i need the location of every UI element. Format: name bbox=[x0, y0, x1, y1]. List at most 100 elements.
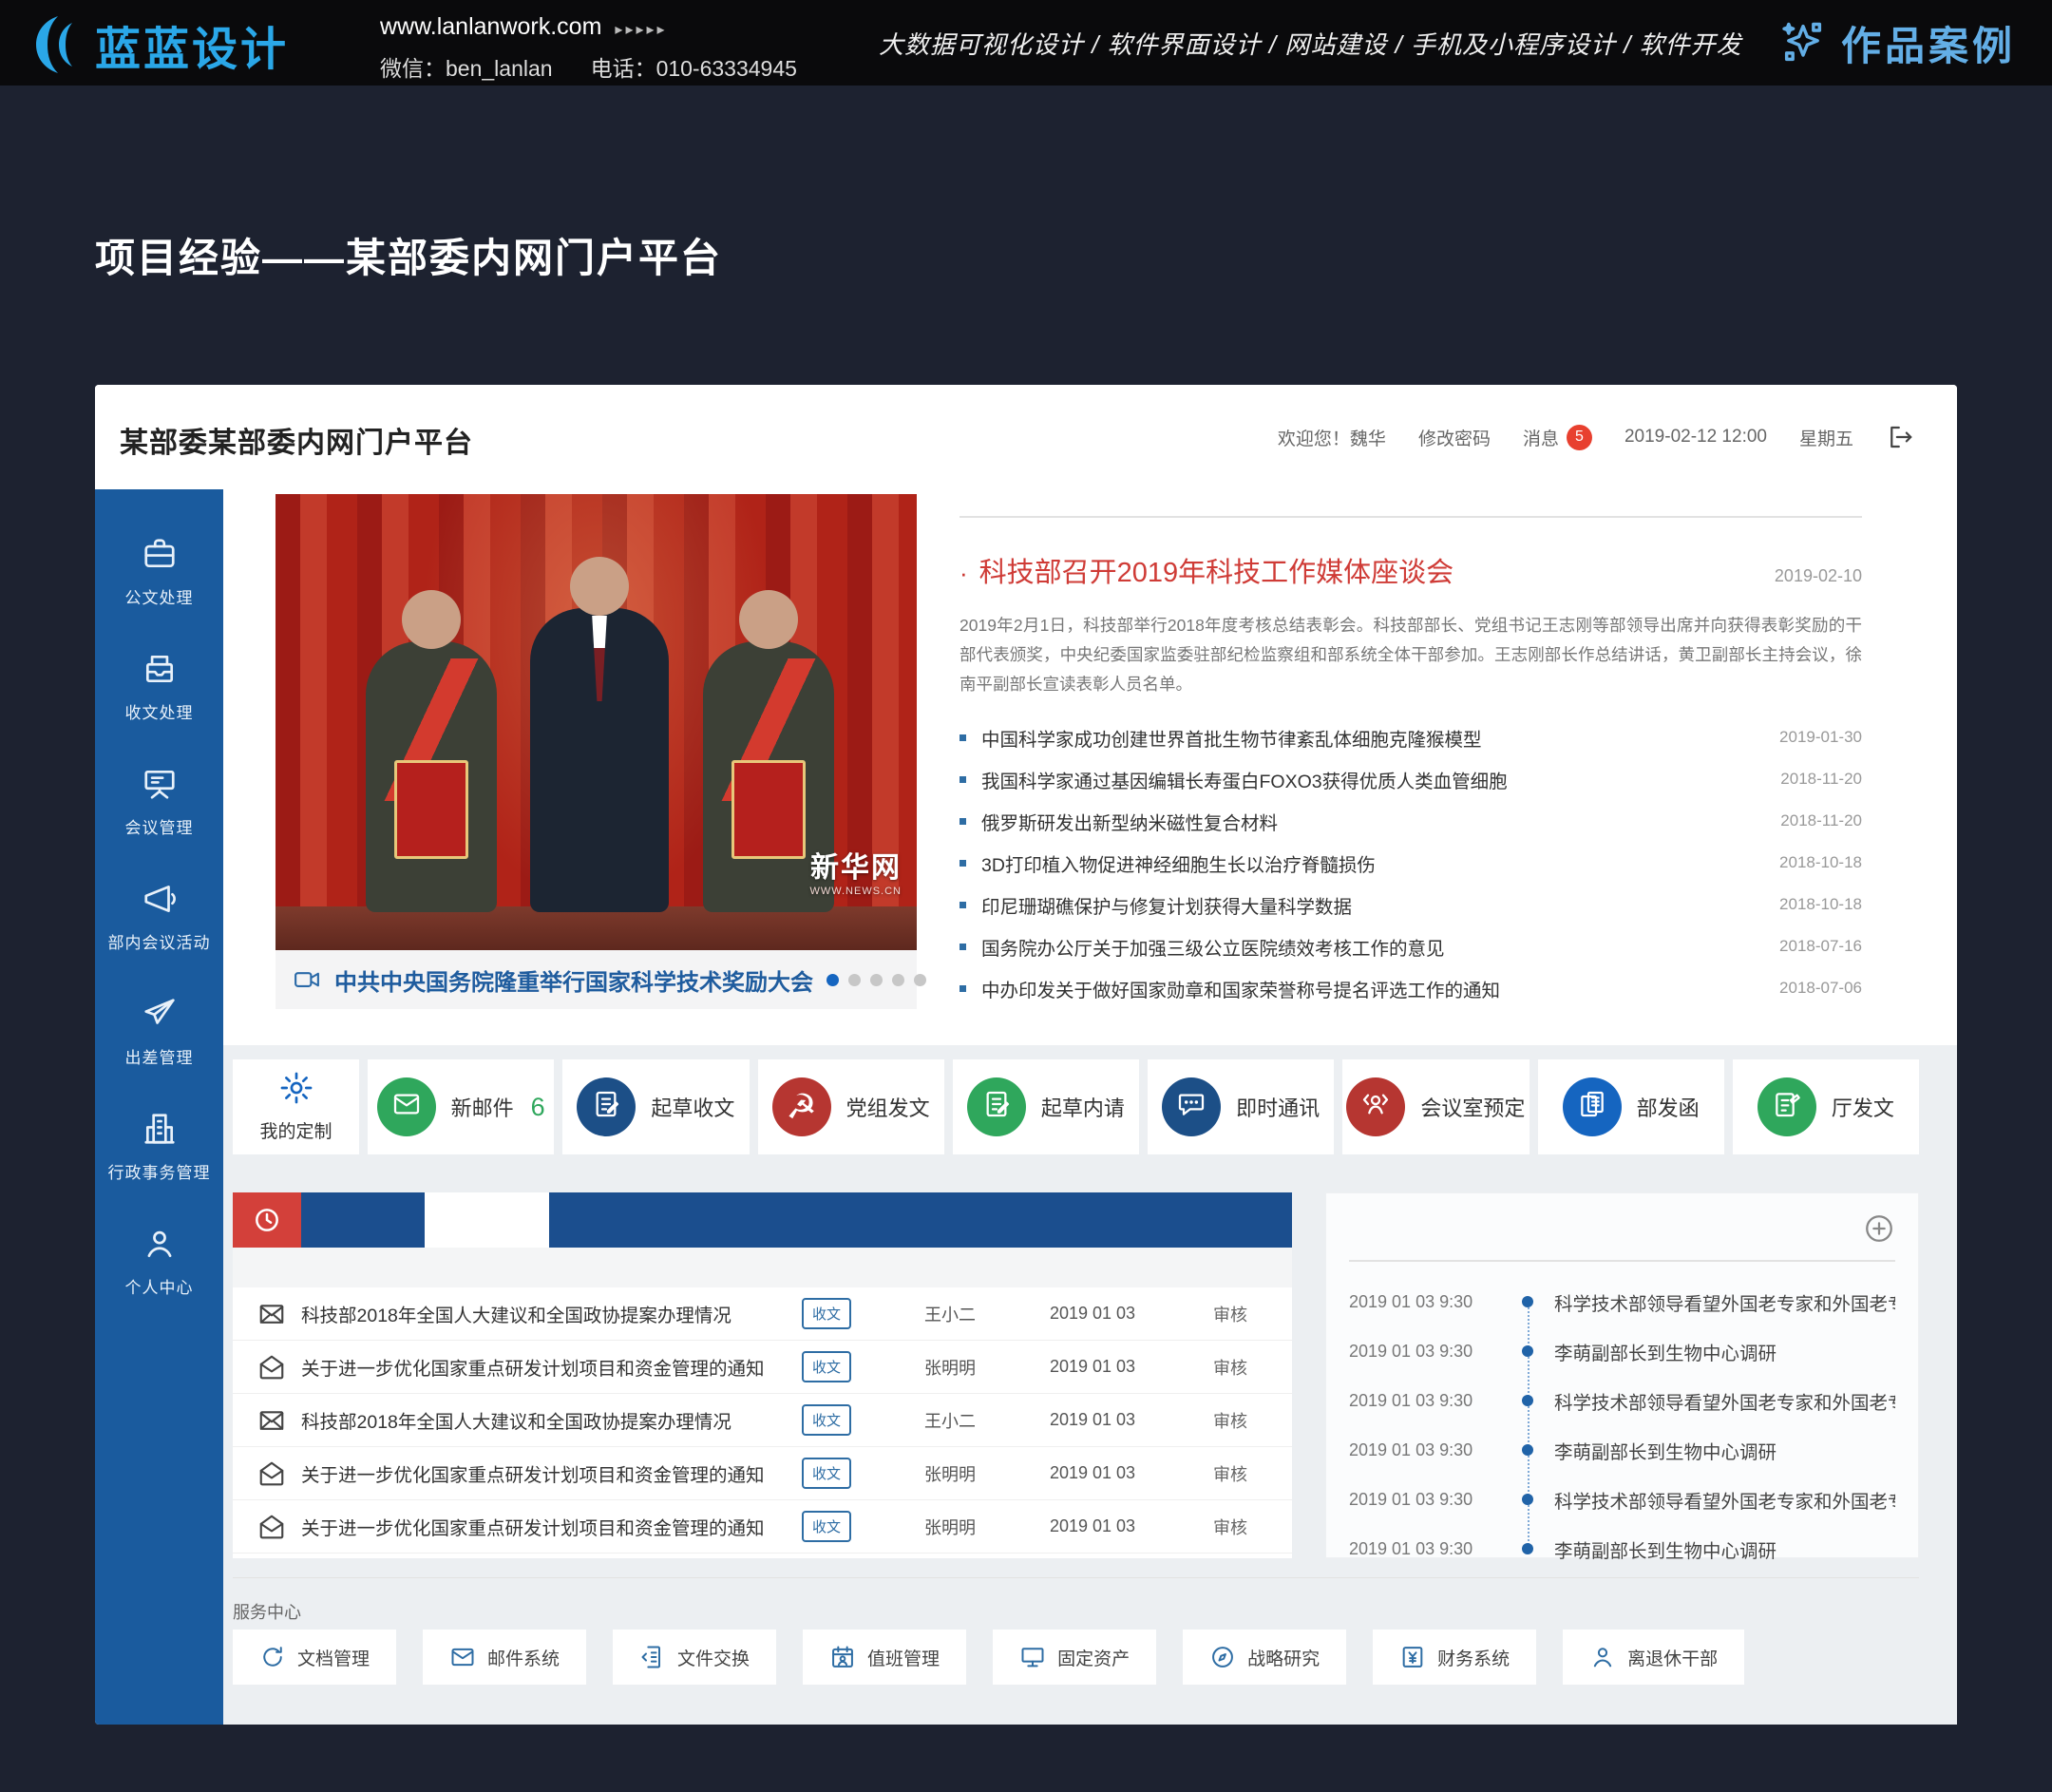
quick-action-circle: ☭ bbox=[772, 1077, 831, 1136]
sidebar-item[interactable]: 收文处理 bbox=[125, 650, 194, 723]
carousel-dot[interactable] bbox=[826, 974, 839, 986]
portal-screenshot-card: 某部委某部委内网门户平台 欢迎您！魏华 修改密码 消息 5 2019-02-12… bbox=[95, 385, 1957, 1725]
logo[interactable]: 蓝蓝设计 bbox=[28, 11, 289, 78]
carousel-caption[interactable]: 中共中央国务院隆重举行国家科学技术奖励大会 bbox=[334, 963, 813, 997]
worklist-tab[interactable] bbox=[1044, 1192, 1168, 1248]
worklist-tab[interactable] bbox=[921, 1192, 1044, 1248]
portfolio-link[interactable]: 作品案例 bbox=[1778, 0, 2016, 86]
footer-app-button[interactable]: 值班管理 bbox=[803, 1630, 966, 1685]
sidebar-item[interactable]: 行政事务管理 bbox=[108, 1110, 211, 1183]
row-stage: 审核 bbox=[1168, 1355, 1292, 1380]
table-row[interactable]: 关于进一步优化国家重点研发计划项目和资金管理的通知 收文 张明明 2019 01… bbox=[233, 1500, 1292, 1554]
quick-action-card[interactable]: 我的定制 bbox=[233, 1059, 359, 1154]
news-item-date: 2019-01-30 bbox=[1779, 728, 1862, 747]
news-list-item[interactable]: 3D打印植入物促进神经细胞生长以治疗脊髓损伤 2018-10-18 bbox=[960, 842, 1862, 884]
footer-app-button[interactable]: 离退休干部 bbox=[1563, 1630, 1744, 1685]
service-center-label[interactable]: 服务中心 bbox=[233, 1599, 301, 1624]
carousel-dot[interactable] bbox=[870, 974, 883, 986]
quick-action-card[interactable]: 即时通讯 bbox=[1148, 1059, 1334, 1154]
schedule-item[interactable]: 2019 01 03 9:30 科学技术部领导看望外国老专家和外国老专家家属 bbox=[1349, 1475, 1895, 1524]
footer-app-button[interactable]: 固定资产 bbox=[993, 1630, 1156, 1685]
sidebar-item[interactable]: 部内会议活动 bbox=[108, 880, 211, 953]
news-item-date: 2018-07-06 bbox=[1779, 979, 1862, 998]
quick-action-card[interactable]: 会议室预定 bbox=[1342, 1059, 1529, 1154]
portal-header: 某部委某部委内网门户平台 欢迎您！魏华 修改密码 消息 5 2019-02-12… bbox=[95, 385, 1957, 489]
logout-icon[interactable] bbox=[1886, 423, 1914, 451]
news-list-item[interactable]: 中国科学家成功创建世界首批生物节律紊乱体细胞克隆猴模型 2019-01-30 bbox=[960, 716, 1862, 758]
worklist-tab[interactable] bbox=[301, 1192, 425, 1248]
footer-app-button[interactable]: 战略研究 bbox=[1183, 1630, 1346, 1685]
top-section: 新华网 WWW.NEWS.CN 中共中央国务院隆重举行国家科学技术奖励大会 bbox=[223, 489, 1957, 1045]
schedule-item[interactable]: 2019 01 03 9:30 科学技术部领导看望外国老专家和外国老专家家属 bbox=[1349, 1376, 1895, 1425]
worklist-tab[interactable] bbox=[549, 1192, 673, 1248]
news-list-item[interactable]: 国务院办公厅关于加强三级公立医院绩效考核工作的意见 2018-07-16 bbox=[960, 925, 1862, 967]
sidebar-item-label: 部内会议活动 bbox=[108, 929, 211, 953]
footer-app-label: 值班管理 bbox=[867, 1645, 940, 1670]
doc-type-badge: 收文 bbox=[802, 1511, 851, 1542]
portal-topbar: 欢迎您！魏华 修改密码 消息 5 2019-02-12 12:00 星期五 bbox=[1278, 385, 1914, 489]
messages-link[interactable]: 消息 5 bbox=[1523, 425, 1592, 450]
sidebar-item[interactable]: 公文处理 bbox=[125, 535, 194, 608]
carousel-dot[interactable] bbox=[914, 974, 926, 986]
timeline-line bbox=[1528, 1304, 1530, 1549]
monitor-icon bbox=[1019, 1644, 1046, 1670]
schedule-item[interactable]: 2019 01 03 9:30 李萌副部长到生物中心调研 bbox=[1349, 1524, 1895, 1573]
table-row[interactable]: 关于进一步优化国家重点研发计划项目和资金管理的通知 收文 张明明 2019 01… bbox=[233, 1447, 1292, 1500]
news-list-item[interactable]: 俄罗斯研发出新型纳米磁性复合材料 2018-11-20 bbox=[960, 800, 1862, 842]
news-list-item[interactable]: 我国科学家通过基因编辑长寿蛋白FOXO3获得优质人类血管细胞 2018-11-2… bbox=[960, 758, 1862, 800]
quick-action-card[interactable]: 厅发文 bbox=[1733, 1059, 1919, 1154]
mail-open-icon bbox=[257, 1513, 286, 1541]
schedule-item-time: 2019 01 03 9:30 bbox=[1349, 1539, 1510, 1559]
worklist-tab[interactable] bbox=[425, 1192, 548, 1248]
worklist-tab[interactable] bbox=[673, 1192, 796, 1248]
news-panel: · 科技部召开2019年科技工作媒体座谈会 2019-02-10 2019年2月… bbox=[960, 499, 1862, 1009]
strategy-icon bbox=[1209, 1644, 1236, 1670]
news-item-title: 国务院办公厅关于加强三级公立医院绩效考核工作的意见 bbox=[981, 933, 1779, 961]
carousel-dot[interactable] bbox=[848, 974, 861, 986]
schedule-panel: 2019 01 03 9:30 科学技术部领导看望外国老专家和外国老专家家属 2… bbox=[1325, 1192, 1919, 1558]
footer-app-button[interactable]: 财务系统 bbox=[1373, 1630, 1536, 1685]
featured-news: · 科技部召开2019年科技工作媒体座谈会 2019-02-10 bbox=[960, 550, 1862, 590]
lanlan-logo-icon bbox=[28, 14, 84, 75]
schedule-item-text: 李萌副部长到生物中心调研 bbox=[1554, 1338, 1776, 1365]
quick-action-card[interactable]: ☭ 党组发文 bbox=[758, 1059, 944, 1154]
footer-app-button[interactable]: 邮件系统 bbox=[423, 1630, 586, 1685]
footer-app-button[interactable]: 文档管理 bbox=[233, 1630, 396, 1685]
pending-clock-icon bbox=[233, 1192, 301, 1248]
table-row[interactable]: 关于进一步优化国家重点研发计划项目和资金管理的通知 收文 张明明 2019 01… bbox=[233, 1341, 1292, 1394]
quick-action-card[interactable]: 起草收文 bbox=[562, 1059, 749, 1154]
change-password-link[interactable]: 修改密码 bbox=[1418, 425, 1491, 450]
table-row[interactable]: 科技部2018年全国人大建议和全国政协提案办理情况 收文 王小二 2019 01… bbox=[233, 1287, 1292, 1341]
photo-figure-center bbox=[530, 608, 669, 912]
worklist-tabbar bbox=[233, 1192, 1292, 1248]
schedule-item[interactable]: 2019 01 03 9:30 科学技术部领导看望外国老专家和外国老专家家属 bbox=[1349, 1277, 1895, 1326]
schedule-item[interactable]: 2019 01 03 9:30 李萌副部长到生物中心调研 bbox=[1349, 1425, 1895, 1475]
timeline-dot-icon bbox=[1522, 1543, 1533, 1554]
phone-label: 电话：010-63334945 bbox=[591, 50, 797, 83]
footer-app-button[interactable]: 文件交换 bbox=[613, 1630, 776, 1685]
schedule-item[interactable]: 2019 01 03 9:30 李萌副部长到生物中心调研 bbox=[1349, 1326, 1895, 1376]
footer-apps-row: 文档管理 邮件系统 文件交换 值班管理 固定资产 战略研究 财务系统 离退休干部 bbox=[233, 1630, 1919, 1685]
carousel-photo[interactable]: 新华网 WWW.NEWS.CN bbox=[276, 494, 917, 950]
news-list-item[interactable]: 印尼珊瑚礁保护与修复计划获得大量科学数据 2018-10-18 bbox=[960, 884, 1862, 925]
row-time: 2019 01 03 bbox=[1016, 1304, 1168, 1324]
quick-action-card[interactable]: 部发函 bbox=[1538, 1059, 1724, 1154]
sidebar-item-label: 公文处理 bbox=[125, 584, 194, 608]
worklist-tab[interactable] bbox=[1168, 1192, 1292, 1248]
sidebar-item[interactable]: 个人中心 bbox=[125, 1225, 194, 1298]
quick-action-card[interactable]: 新邮件 6 bbox=[368, 1059, 554, 1154]
add-schedule-icon[interactable] bbox=[1863, 1212, 1895, 1245]
sidebar-item[interactable]: 会议管理 bbox=[125, 765, 194, 838]
worklist-tab[interactable] bbox=[797, 1192, 921, 1248]
news-list-item[interactable]: 中办印发关于做好国家勋章和国家荣誉称号提名评选工作的通知 2018-07-06 bbox=[960, 967, 1862, 1009]
sidebar-item[interactable]: 出差管理 bbox=[125, 995, 194, 1068]
news-list: 中国科学家成功创建世界首批生物节律紊乱体细胞克隆猴模型 2019-01-30 我… bbox=[960, 716, 1862, 1009]
quick-action-card[interactable]: 起草内请 bbox=[953, 1059, 1139, 1154]
featured-title[interactable]: 科技部召开2019年科技工作媒体座谈会 bbox=[979, 550, 1775, 590]
contact-block: www.lanlanwork.com▸▸▸▸▸ 微信：ben_lanlan 电话… bbox=[380, 13, 797, 83]
table-row[interactable]: 科技部2018年全国人大建议和全国政协提案办理情况 收文 王小二 2019 01… bbox=[233, 1394, 1292, 1447]
chat-icon bbox=[1176, 1089, 1206, 1125]
schedule-item-text: 科学技术部领导看望外国老专家和外国老专家家属 bbox=[1554, 1387, 1895, 1415]
carousel-dot[interactable] bbox=[892, 974, 904, 986]
site-url[interactable]: www.lanlanwork.com bbox=[380, 13, 601, 40]
